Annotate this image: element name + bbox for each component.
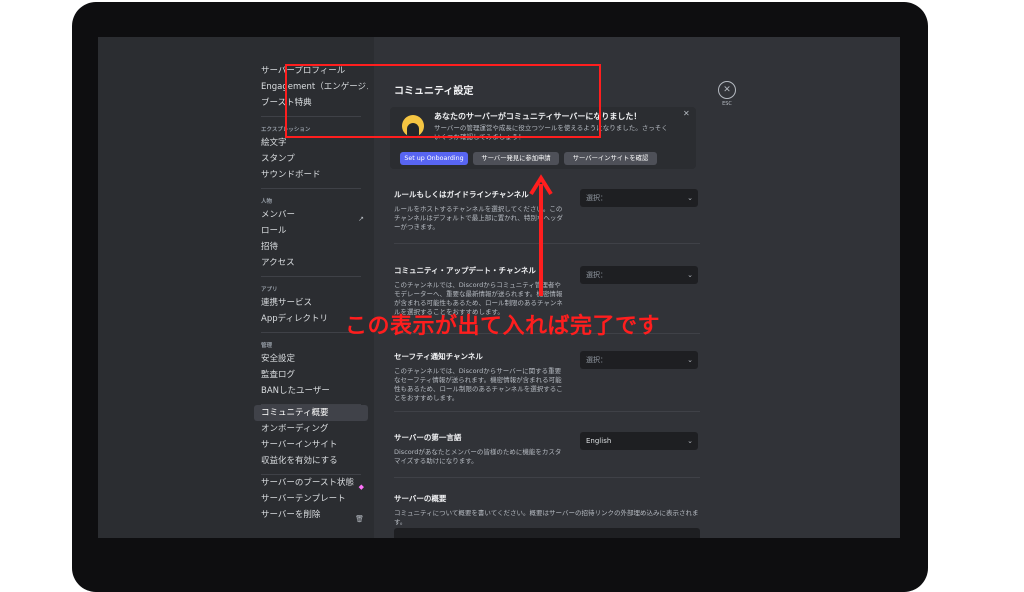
sidebar-item-community-overview[interactable]: コミュニティ概要 — [254, 405, 368, 421]
section-divider — [394, 477, 700, 478]
sidebar-item-stickers[interactable]: スタンプ — [254, 151, 368, 167]
setting-description: このチャンネルでは、Discordからサーバーに関する重要なセーフティ情報が送ら… — [394, 367, 563, 402]
sidebar-item-label: サーバーのブースト状態 — [261, 478, 354, 488]
select-value: English — [586, 437, 612, 445]
sidebar-divider — [261, 188, 361, 189]
trash-icon: 🗑 — [355, 515, 364, 523]
apply-discovery-button[interactable]: サーバー発見に参加申請 — [473, 152, 559, 165]
section-divider — [394, 411, 700, 412]
setting-description: コミュニティについて概要を書いてください。概要はサーバーの招待リンクの外部埋め込… — [394, 509, 699, 526]
sidebar-item-onboarding[interactable]: オンボーディング — [254, 421, 368, 437]
sidebar-item-soundboard[interactable]: サウンドボード — [254, 167, 368, 183]
select-value: 選択： — [586, 356, 607, 364]
sidebar-item-members[interactable]: メンバー ↗ — [254, 207, 368, 223]
chevron-down-icon: ⌄ — [687, 356, 693, 364]
chevron-down-icon: ⌄ — [687, 271, 693, 279]
setting-label: サーバーの概要 — [394, 494, 447, 503]
server-description-input[interactable] — [394, 528, 700, 538]
safety-channel-select[interactable]: 選択： ⌄ — [580, 351, 698, 369]
select-value: 選択： — [586, 271, 607, 279]
setup-onboarding-button[interactable]: Set up Onboarding — [400, 152, 468, 165]
sidebar-item-boost-status[interactable]: サーバーのブースト状態 ◆ — [254, 475, 368, 491]
sidebar-section-people: 人物 — [261, 199, 273, 205]
sidebar-item-access[interactable]: アクセス — [254, 255, 368, 271]
setting-description: ルールをホストするチャンネルを選択してください。このチャンネルはデフォルトで最上… — [394, 205, 563, 231]
sidebar-section-moderation: 管理 — [261, 343, 273, 349]
language-select[interactable]: English ⌄ — [580, 432, 698, 450]
boost-gem-icon: ◆ — [358, 483, 364, 491]
updates-channel-select[interactable]: 選択： ⌄ — [580, 266, 698, 284]
setting-description: Discordがあなたとメンバーの皆様のために機能をカスタマイズする助けになりま… — [394, 448, 562, 465]
sidebar-item-bans[interactable]: BANしたユーザー — [254, 383, 368, 399]
annotation-text: この表示が出て入れば完了です — [345, 314, 661, 339]
sidebar-item-delete-server[interactable]: サーバーを削除 🗑 — [254, 507, 368, 523]
chevron-down-icon: ⌄ — [687, 437, 693, 445]
sidebar-item-roles[interactable]: ロール — [254, 223, 368, 239]
server-description-setting: サーバーの概要 コミュニティについて概要を書いてください。概要はサーバーの招待リ… — [394, 493, 706, 527]
highlight-box — [285, 64, 601, 138]
close-icon[interactable]: ✕ — [718, 81, 736, 99]
external-link-icon: ↗ — [358, 215, 364, 223]
sidebar-section-apps: アプリ — [261, 287, 278, 293]
rules-channel-select[interactable]: 選択： ⌄ — [580, 189, 698, 207]
section-divider — [394, 243, 700, 244]
esc-label: ESC — [722, 101, 732, 107]
sidebar-item-label: メンバー — [261, 210, 296, 220]
sidebar-item-server-template[interactable]: サーバーテンプレート — [254, 491, 368, 507]
sidebar-item-label: サーバーを削除 — [261, 510, 321, 520]
sidebar-item-invites[interactable]: 招待 — [254, 239, 368, 255]
banner-close-icon[interactable]: ✕ — [683, 109, 690, 118]
select-value: 選択： — [586, 194, 607, 202]
view-insights-button[interactable]: サーバーインサイトを確認 — [564, 152, 657, 165]
sidebar-item-monetization[interactable]: 収益化を有効にする — [254, 453, 368, 469]
sidebar-item-server-insights[interactable]: サーバーインサイト — [254, 437, 368, 453]
sidebar-item-audit-log[interactable]: 監査ログ — [254, 367, 368, 383]
sidebar-divider — [261, 276, 361, 277]
chevron-down-icon: ⌄ — [687, 194, 693, 202]
sidebar-item-safety-setup[interactable]: 安全設定 — [254, 351, 368, 367]
